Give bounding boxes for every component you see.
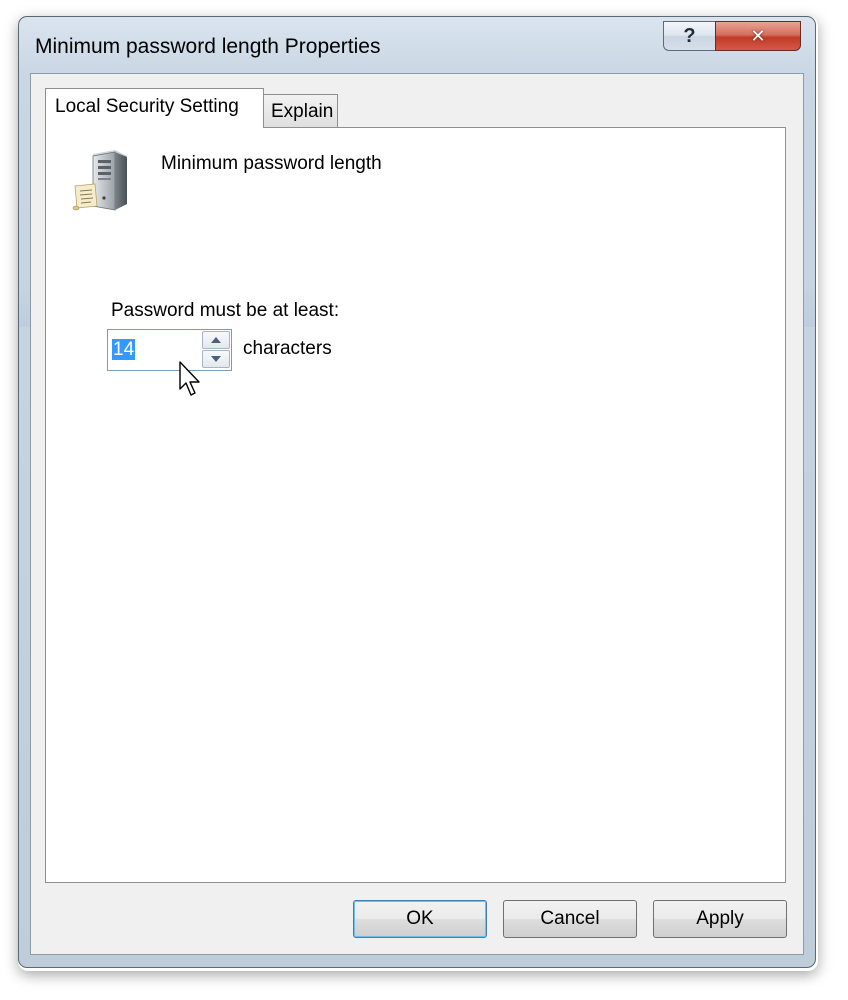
spin-down-button[interactable]	[202, 350, 230, 368]
apply-button[interactable]: Apply	[653, 900, 787, 938]
characters-unit-label: characters	[243, 338, 332, 359]
help-icon: ?	[683, 24, 696, 47]
close-button[interactable]: ✕	[715, 21, 801, 51]
password-length-input[interactable]: 14	[112, 339, 136, 360]
spin-up-button[interactable]	[202, 331, 230, 349]
tab-local-security-setting[interactable]: Local Security Setting	[45, 88, 264, 128]
min-length-label: Password must be at least:	[111, 300, 340, 321]
tab-explain[interactable]: Explain	[263, 94, 338, 128]
tab-panel: Minimum password length Password must be…	[45, 127, 786, 883]
policy-name: Minimum password length	[161, 153, 382, 174]
properties-dialog: Minimum password length Properties ? ✕ L…	[18, 16, 816, 968]
window-title: Minimum password length Properties	[35, 35, 381, 58]
dialog-client-area: Local Security Setting Explain Minimum p…	[30, 73, 804, 955]
password-length-spinbox[interactable]: 14	[107, 329, 232, 371]
mouse-pointer-icon	[179, 361, 200, 396]
server-policy-icon	[72, 150, 127, 211]
help-button[interactable]: ?	[663, 21, 715, 51]
ok-button[interactable]: OK	[353, 900, 487, 938]
tab-label: Explain	[271, 101, 334, 122]
arrow-down-icon	[211, 356, 221, 362]
tab-label: Local Security Setting	[55, 96, 239, 117]
arrow-up-icon	[211, 337, 221, 343]
close-icon: ✕	[750, 25, 766, 46]
cancel-button[interactable]: Cancel	[503, 900, 637, 938]
